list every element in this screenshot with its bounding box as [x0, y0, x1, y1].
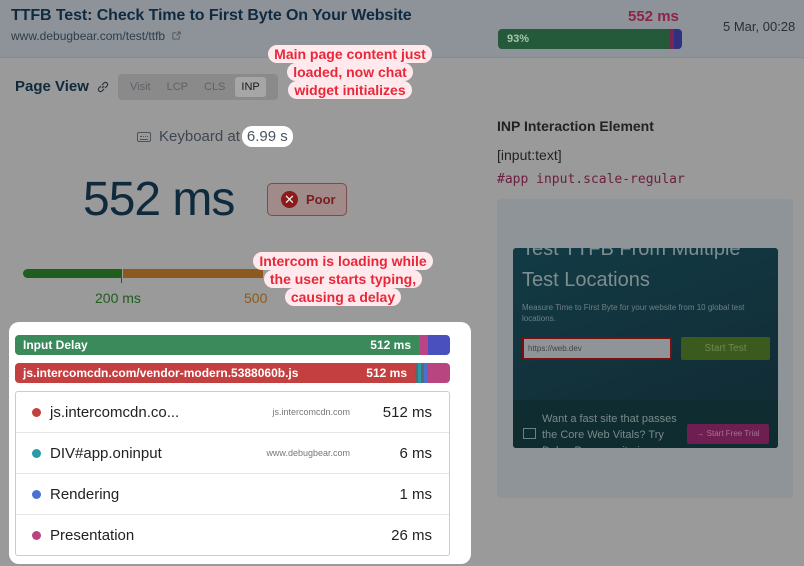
threshold-good-bar: [23, 269, 122, 278]
color-dot: [32, 531, 41, 540]
interaction-time: 6.99 s: [241, 126, 293, 147]
script-bar[interactable]: js.intercomcdn.com/vendor-modern.5388060…: [15, 363, 450, 383]
annotation-chat-widget: Main page content just loaded, now chat …: [253, 45, 447, 99]
inp-metric-value: 552 ms: [83, 173, 235, 226]
annotation-line: Main page content just: [268, 45, 432, 63]
item-name: Rendering: [50, 485, 120, 503]
close-circle-icon: ✕: [281, 191, 298, 208]
input-delay-segment: Input Delay 512 ms: [15, 335, 419, 355]
list-item[interactable]: js.intercomcdn.co... js.intercomcdn.com …: [16, 392, 449, 433]
tab-lcp[interactable]: LCP: [161, 77, 194, 97]
breakdown-list: js.intercomcdn.co... js.intercomcdn.com …: [15, 391, 450, 556]
screenshot-description: Measure Time to First Byte for your webs…: [522, 303, 745, 323]
annotation-line: loaded, now chat: [287, 63, 413, 81]
list-item[interactable]: Presentation 26 ms: [16, 515, 449, 556]
input-delay-bar[interactable]: Input Delay 512 ms: [15, 335, 450, 355]
screenshot-promo-text: Want a fast site that passes the Core We…: [542, 413, 677, 448]
interaction-info: Keyboard at 6.99 s: [137, 126, 293, 147]
page-title[interactable]: TTFB Test: Check Time to First Byte On Y…: [11, 7, 412, 25]
item-value: 512 ms: [382, 403, 432, 421]
threshold-label-good: 200 ms: [95, 290, 141, 306]
threshold-tick: [121, 269, 122, 283]
tab-visit[interactable]: Visit: [124, 77, 157, 97]
input-delay-label: Input Delay: [23, 338, 88, 352]
screenshot-url-input: https://web.dev: [522, 337, 672, 360]
presentation-segment: [427, 363, 450, 383]
page-view-title: Page View: [15, 78, 89, 95]
interaction-label: Keyboard at: [159, 128, 240, 145]
interaction-element-css-path: #app input.scale-regular: [497, 172, 685, 187]
screenshot-heading-1: Test TTFB From Multiple: [522, 248, 741, 260]
script-segment: js.intercomcdn.com/vendor-modern.5388060…: [15, 363, 415, 383]
rating-badge: ✕ Poor: [267, 183, 347, 216]
input-delay-value: 512 ms: [370, 338, 411, 352]
annotation-line: the user starts typing,: [263, 270, 423, 288]
screenshot-trial-button: → Start Free Trial: [687, 424, 769, 444]
link-icon[interactable]: [96, 80, 110, 94]
interaction-element-title: INP Interaction Element: [497, 118, 654, 134]
poor-segment-b: [673, 29, 682, 49]
script-value: 512 ms: [366, 366, 407, 380]
color-dot: [32, 448, 41, 458]
chart-icon: [523, 428, 536, 439]
inp-distribution-bar: 93%: [498, 29, 682, 49]
external-link-icon[interactable]: [172, 31, 181, 40]
item-value: 26 ms: [391, 527, 432, 544]
good-segment: 93%: [498, 29, 670, 49]
item-domain: www.debugbear.com: [266, 448, 350, 458]
color-dot: [32, 489, 41, 499]
annotation-line: Intercom is loading while: [253, 252, 433, 270]
test-date: 5 Mar, 00:28: [723, 19, 796, 34]
element-screenshot: Test TTFB From Multiple Test Locations M…: [513, 248, 778, 448]
inp-header-value: 552 ms: [628, 8, 679, 25]
presentation-segment: [419, 335, 428, 355]
screenshot-start-button: Start Test: [681, 337, 770, 360]
list-item[interactable]: DIV#app.oninput www.debugbear.com 6 ms: [16, 433, 449, 474]
color-dot: [32, 407, 41, 417]
keyboard-icon: [137, 131, 151, 142]
item-value: 6 ms: [399, 444, 432, 462]
item-domain: js.intercomcdn.com: [272, 407, 350, 417]
list-item[interactable]: Rendering 1 ms: [16, 474, 449, 515]
page-url[interactable]: www.debugbear.com/test/ttfb: [11, 29, 181, 43]
item-value: 1 ms: [399, 485, 432, 503]
item-name: Presentation: [50, 527, 135, 544]
script-label: js.intercomcdn.com/vendor-modern.5388060…: [23, 366, 299, 380]
tab-cls[interactable]: CLS: [198, 77, 231, 97]
rating-label: Poor: [306, 192, 336, 207]
annotation-intercom-delay: Intercom is loading while the user start…: [236, 252, 450, 306]
annotation-line: widget initializes: [288, 81, 412, 99]
processing-segment: [428, 335, 450, 355]
interaction-element-selector: [input:text]: [497, 147, 562, 163]
annotation-line: causing a delay: [284, 288, 402, 306]
screenshot-heading-2: Test Locations: [522, 269, 650, 291]
page-url-text[interactable]: www.debugbear.com/test/ttfb: [11, 29, 165, 43]
